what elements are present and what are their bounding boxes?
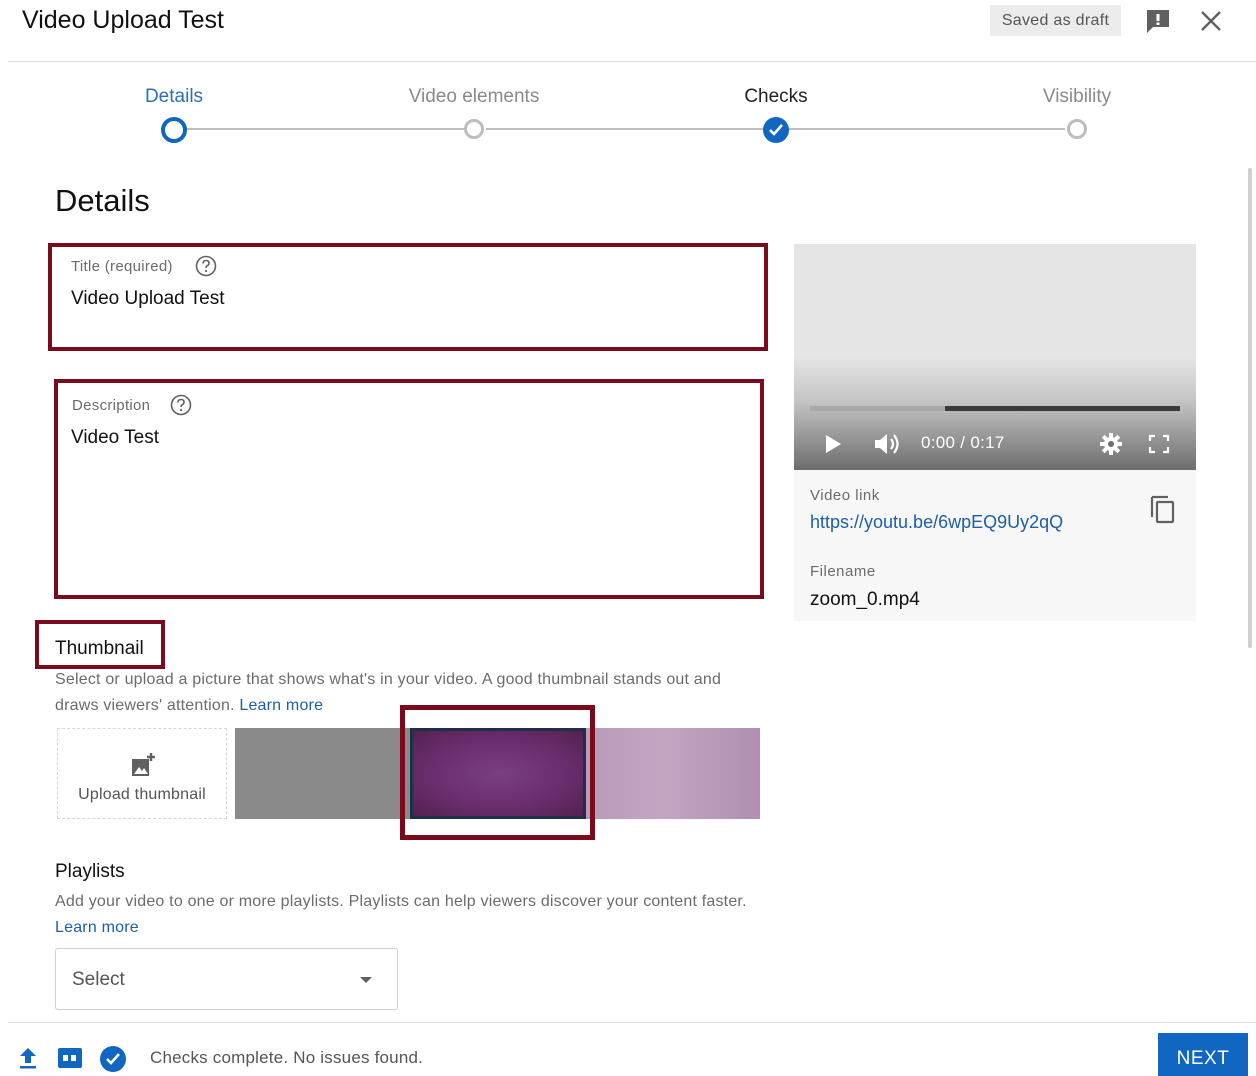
dialog-title: Video Upload Test xyxy=(22,6,225,34)
thumbnail-description-text: Select or upload a picture that shows wh… xyxy=(55,671,722,714)
step-details-dot[interactable] xyxy=(161,117,187,143)
upload-thumbnail-label: Upload thumbnail xyxy=(78,786,206,803)
description-input[interactable]: Video Test xyxy=(71,427,159,449)
step-checks-label[interactable]: Checks xyxy=(744,86,807,108)
step-connector xyxy=(789,128,1065,130)
playlists-description-text: Add your video to one or more playlists.… xyxy=(55,893,747,910)
play-icon[interactable] xyxy=(824,434,842,454)
details-heading: Details xyxy=(55,183,150,218)
scrollbar[interactable] xyxy=(1248,168,1252,648)
playlist-select[interactable]: Select xyxy=(55,948,398,1010)
thumbnail-option[interactable] xyxy=(235,728,410,819)
title-input[interactable]: Video Upload Test xyxy=(71,288,225,310)
draft-status-badge: Saved as draft xyxy=(990,5,1121,36)
thumbnail-selection-highlight xyxy=(400,705,595,840)
playlist-select-value: Select xyxy=(72,969,125,990)
title-field-label: Title (required) xyxy=(71,258,173,275)
next-button[interactable]: NEXT xyxy=(1158,1033,1248,1076)
check-circle-icon xyxy=(100,1046,126,1072)
step-details-label[interactable]: Details xyxy=(145,86,203,108)
filename-label: Filename xyxy=(810,563,876,580)
footer-divider xyxy=(8,1022,1256,1023)
checks-status-text: Checks complete. No issues found. xyxy=(150,1048,424,1067)
title-field[interactable]: Title (required) Video Upload Test xyxy=(48,243,768,351)
close-icon[interactable] xyxy=(1198,8,1224,34)
video-progress-buffer xyxy=(945,406,1180,411)
playlists-learn-more-link[interactable]: Learn more xyxy=(55,919,139,936)
chevron-down-icon xyxy=(360,977,372,983)
step-visibility-dot[interactable] xyxy=(1067,119,1087,139)
checkmark-icon xyxy=(769,124,783,136)
add-photo-icon xyxy=(132,753,155,776)
upload-icon xyxy=(20,1048,36,1069)
filename-value: zoom_0.mp4 xyxy=(810,589,920,610)
video-preview-panel: 0:00 / 0:17 Video link https://youtu.be/… xyxy=(794,244,1196,621)
copy-icon[interactable] xyxy=(1149,493,1177,525)
gear-icon[interactable] xyxy=(1099,432,1123,456)
thumbnail-learn-more-link[interactable]: Learn more xyxy=(239,697,323,714)
help-icon[interactable] xyxy=(195,255,217,277)
feedback-icon[interactable] xyxy=(1144,7,1172,35)
step-checks-dot[interactable] xyxy=(763,117,789,143)
playlists-description: Add your video to one or more playlists.… xyxy=(55,889,775,941)
description-field[interactable]: Description Video Test xyxy=(54,379,764,599)
video-player[interactable]: 0:00 / 0:17 xyxy=(794,244,1196,470)
step-video-elements-dot[interactable] xyxy=(464,119,484,139)
upload-stepper: Details Video elements Checks Visibility xyxy=(0,62,1256,152)
volume-icon[interactable] xyxy=(873,432,901,456)
video-link-label: Video link xyxy=(810,487,880,504)
thumbnail-option[interactable] xyxy=(586,728,760,819)
help-icon[interactable] xyxy=(170,394,192,416)
thumbnail-heading: Thumbnail xyxy=(55,638,144,659)
fullscreen-icon[interactable] xyxy=(1148,434,1170,454)
step-video-elements-label[interactable]: Video elements xyxy=(409,86,540,108)
video-time-display: 0:00 / 0:17 xyxy=(921,433,1005,452)
step-connector xyxy=(186,128,464,130)
dialog-header: Video Upload Test Saved as draft xyxy=(0,0,1256,62)
hd-icon xyxy=(58,1048,82,1068)
upload-thumbnail-button[interactable]: Upload thumbnail xyxy=(57,728,227,819)
step-connector xyxy=(486,128,763,130)
playlists-heading: Playlists xyxy=(55,861,125,882)
video-link[interactable]: https://youtu.be/6wpEQ9Uy2qQ xyxy=(810,512,1063,533)
description-field-label: Description xyxy=(72,397,151,414)
step-visibility-label[interactable]: Visibility xyxy=(1043,86,1111,108)
